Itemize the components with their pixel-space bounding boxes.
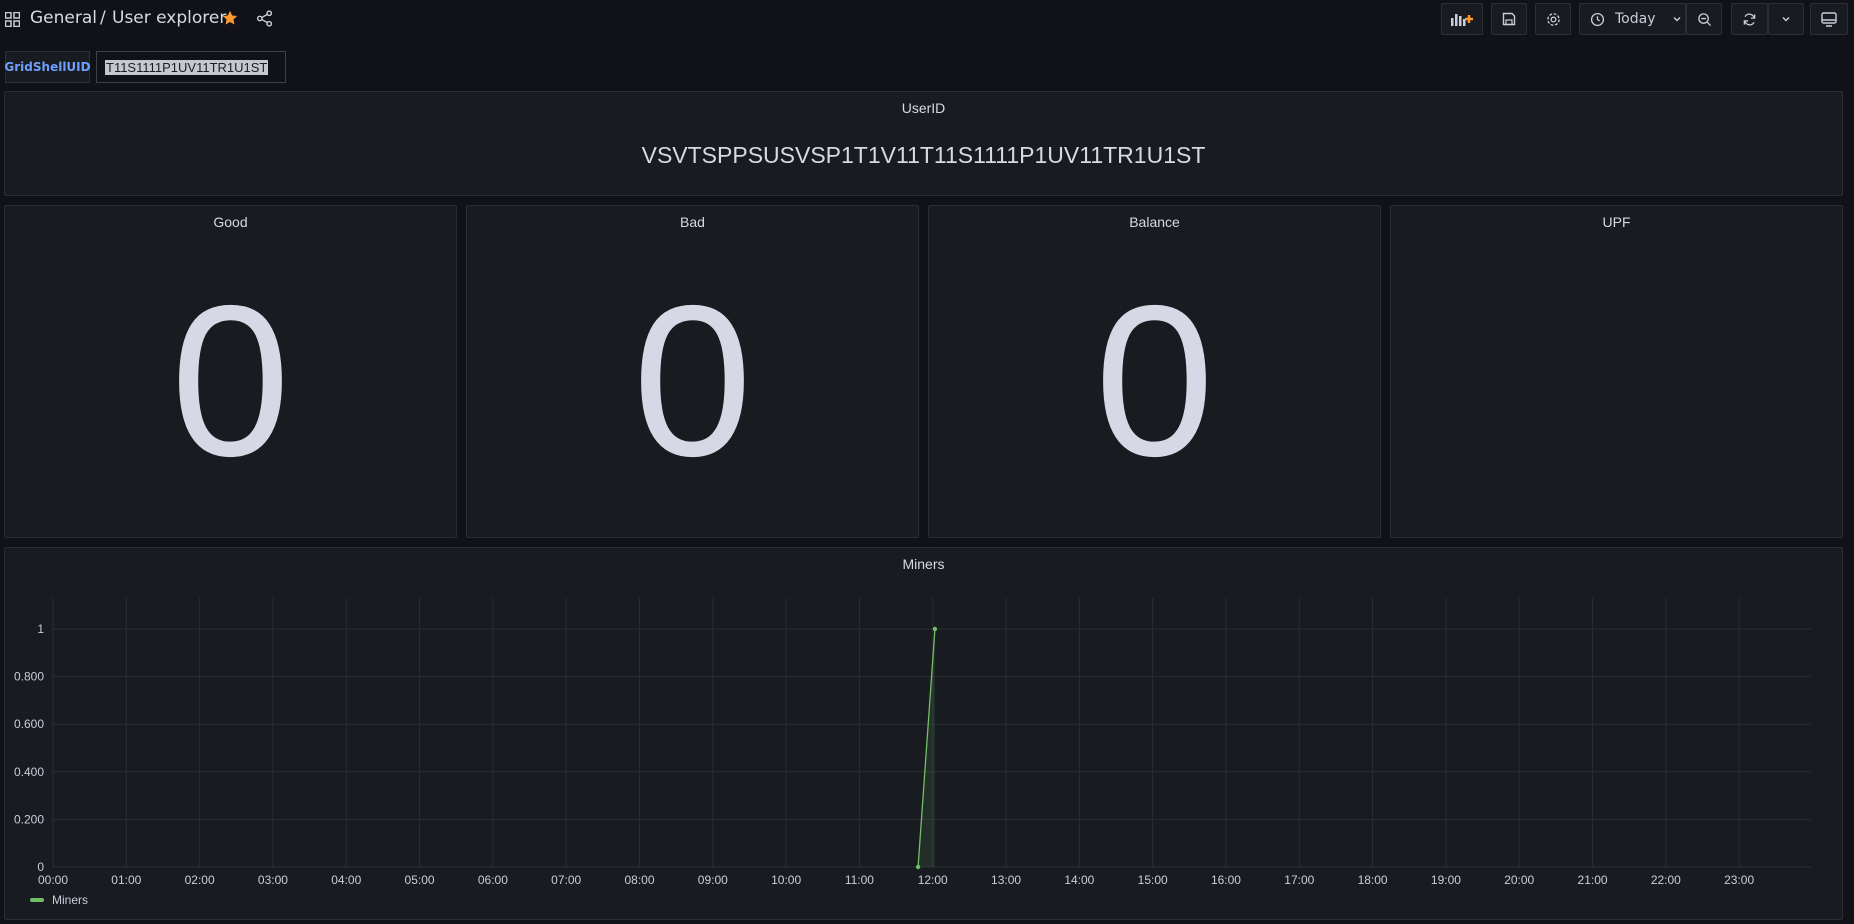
x-tick-label: 22:00: [1651, 873, 1681, 887]
x-tick-label: 14:00: [1064, 873, 1094, 887]
x-tick-label: 03:00: [258, 873, 288, 887]
dashboard-settings-button[interactable]: [1535, 3, 1571, 35]
y-tick-label: 0.600: [14, 717, 44, 731]
bad-value: 0: [632, 260, 753, 501]
x-tick-label: 23:00: [1724, 873, 1754, 887]
balance-panel: Balance 0: [928, 205, 1381, 538]
y-tick-label: 0.400: [14, 765, 44, 779]
panel-title[interactable]: Good: [5, 214, 456, 230]
panel-title[interactable]: UserID: [5, 100, 1842, 116]
breadcrumb-folder[interactable]: General: [30, 8, 97, 28]
zoom-out-button[interactable]: [1686, 3, 1722, 35]
panel-title[interactable]: Bad: [467, 214, 918, 230]
panel-title[interactable]: UPF: [1391, 214, 1842, 230]
x-tick-label: 16:00: [1211, 873, 1241, 887]
x-tick-label: 12:00: [918, 873, 948, 887]
time-range-label: Today: [1615, 11, 1656, 27]
x-tick-label: 06:00: [478, 873, 508, 887]
variable-label: GridShellUID: [4, 51, 91, 83]
x-tick-label: 07:00: [551, 873, 581, 887]
userid-value: VSVTSPPSUSVSP1T1V11T11S1111P1UV11TR1U1ST: [641, 142, 1206, 168]
x-tick-label: 15:00: [1138, 873, 1168, 887]
y-tick-label: 1: [37, 622, 44, 636]
refresh-button[interactable]: [1731, 3, 1768, 35]
save-icon: [1502, 12, 1516, 26]
x-tick-label: 01:00: [111, 873, 141, 887]
y-tick-label: 0.200: [14, 812, 44, 826]
dashboard-title[interactable]: User explorer: [112, 8, 226, 28]
bad-panel: Bad 0: [466, 205, 919, 538]
save-dashboard-button[interactable]: [1491, 3, 1527, 35]
data-point: [932, 626, 938, 632]
y-tick-label: 0.800: [14, 670, 44, 684]
breadcrumb-separator: /: [100, 8, 106, 28]
x-tick-label: 13:00: [991, 873, 1021, 887]
x-tick-label: 05:00: [405, 873, 435, 887]
y-tick-label: 0: [37, 860, 44, 874]
x-tick-label: 09:00: [698, 873, 728, 887]
variable-value-input[interactable]: T11S1111P1UV11TR1U1ST: [96, 51, 286, 83]
time-range-picker[interactable]: Today: [1579, 3, 1686, 35]
x-tick-label: 00:00: [38, 873, 68, 887]
x-tick-label: 21:00: [1578, 873, 1608, 887]
legend-swatch: [30, 898, 44, 902]
x-tick-label: 18:00: [1358, 873, 1388, 887]
share-icon[interactable]: [256, 10, 273, 27]
tv-mode-button[interactable]: [1810, 3, 1848, 35]
legend-label: Miners: [52, 893, 89, 907]
zoom-out-icon: [1697, 12, 1711, 26]
settings-icon: [1546, 12, 1560, 26]
x-tick-label: 04:00: [331, 873, 361, 887]
variable-value-text: T11S1111P1UV11TR1U1ST: [105, 59, 269, 75]
top-navbar: General / User explorer Today: [0, 0, 1854, 40]
x-tick-label: 11:00: [845, 873, 874, 887]
balance-value: 0: [1094, 260, 1215, 501]
apps-icon[interactable]: [5, 12, 20, 27]
userid-panel: UserID VSVTSPPSUSVSP1T1V11T11S1111P1UV11…: [4, 91, 1843, 196]
refresh-interval-dropdown[interactable]: [1768, 3, 1804, 35]
add-panel-button[interactable]: [1441, 3, 1483, 35]
data-point: [915, 864, 921, 870]
x-tick-label: 17:00: [1284, 873, 1314, 887]
x-tick-label: 02:00: [185, 873, 215, 887]
chart-legend[interactable]: Miners: [30, 893, 88, 907]
good-value: 0: [170, 260, 291, 501]
star-icon[interactable]: [221, 9, 239, 27]
tv-icon: [1821, 11, 1837, 27]
x-tick-label: 08:00: [624, 873, 654, 887]
clock-icon: [1590, 12, 1605, 26]
add-panel-icon: [1451, 14, 1473, 26]
x-tick-label: 20:00: [1504, 873, 1534, 887]
x-tick-label: 19:00: [1431, 873, 1461, 887]
chevron-down-icon: [1782, 17, 1790, 22]
panel-title[interactable]: Balance: [929, 214, 1380, 230]
upf-panel: UPF: [1390, 205, 1843, 538]
miners-chart: 00:00 01:00 02:00 03:00 04:00 05:00 06:00 07:00…: [14, 598, 1811, 887]
refresh-icon: [1743, 13, 1756, 25]
miners-panel: Miners 00:00 01:00 02:00 03:00 04:00 05:00 06:…: [4, 547, 1843, 920]
chevron-down-icon: [1673, 17, 1680, 22]
x-tick-label: 10:00: [771, 873, 801, 887]
good-panel: Good 0: [4, 205, 457, 538]
